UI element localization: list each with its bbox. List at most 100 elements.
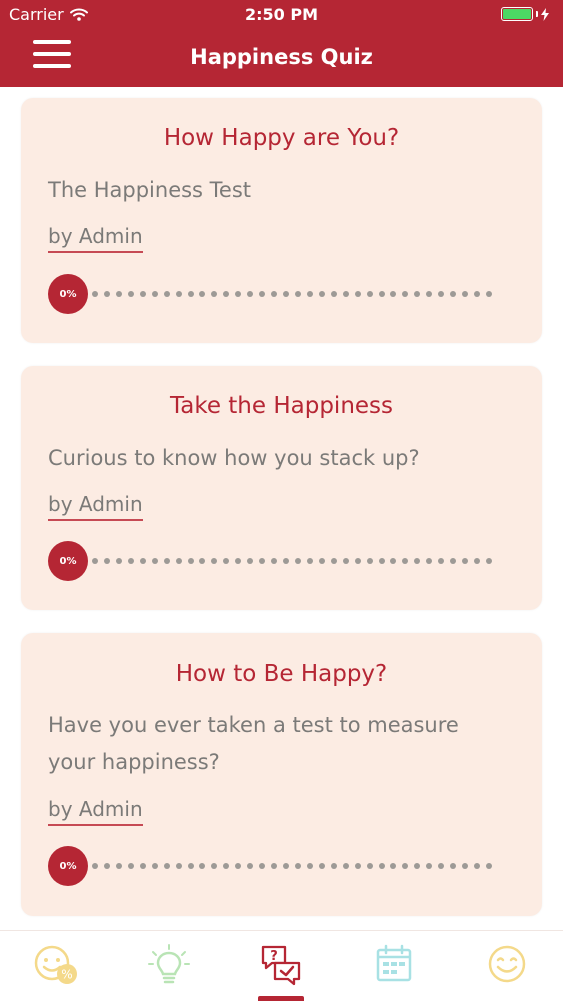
svg-text:%: % bbox=[61, 968, 72, 982]
tab-quiz[interactable]: ? bbox=[225, 931, 337, 1001]
page-title: Happiness Quiz bbox=[190, 45, 373, 69]
progress-dot bbox=[426, 863, 433, 869]
quiz-title: How Happy are You? bbox=[163, 125, 400, 151]
progress-dot bbox=[283, 558, 289, 564]
progress-dot bbox=[151, 291, 158, 297]
progress-badge: 0% bbox=[48, 846, 88, 886]
progress-dot bbox=[115, 291, 122, 297]
progress-dot bbox=[438, 558, 445, 564]
quiz-author[interactable]: by Admin bbox=[48, 224, 143, 253]
progress-dot bbox=[127, 863, 134, 869]
progress-dot bbox=[402, 291, 409, 297]
bottom-tab-bar: % ? bbox=[0, 930, 563, 1001]
app-header: Happiness Quiz bbox=[0, 30, 563, 87]
progress-dots bbox=[92, 863, 492, 869]
progress-dot bbox=[163, 291, 170, 297]
progress-dot bbox=[139, 863, 146, 869]
progress-dot bbox=[354, 863, 361, 869]
progress-dot bbox=[199, 291, 206, 297]
progress-dot bbox=[103, 558, 110, 564]
progress-dot bbox=[163, 558, 170, 564]
progress-dot bbox=[366, 291, 373, 297]
progress-dot bbox=[390, 291, 397, 297]
progress-badge: 0% bbox=[48, 274, 88, 314]
progress-dot bbox=[187, 558, 194, 564]
progress-dot bbox=[187, 863, 194, 869]
progress-dot bbox=[318, 291, 325, 297]
progress-dot bbox=[271, 863, 278, 869]
progress-dot bbox=[402, 863, 409, 869]
progress-dot bbox=[199, 558, 206, 564]
progress-dot bbox=[378, 291, 385, 297]
progress-dot bbox=[438, 291, 445, 297]
progress-dot bbox=[103, 291, 110, 297]
progress-dot bbox=[450, 558, 457, 564]
progress-dot bbox=[283, 863, 289, 869]
progress-dot bbox=[354, 558, 361, 564]
progress-dot bbox=[330, 558, 337, 564]
smiley-icon bbox=[488, 945, 526, 983]
progress-dot bbox=[354, 291, 361, 297]
active-tab-indicator bbox=[258, 996, 304, 1001]
progress-dot bbox=[342, 863, 349, 869]
progress-dot bbox=[485, 291, 492, 297]
quiz-subtitle: The Happiness Test bbox=[48, 178, 252, 202]
progress-dot bbox=[330, 863, 337, 869]
progress-dot bbox=[462, 863, 469, 869]
progress-dot bbox=[199, 863, 206, 869]
progress-dot bbox=[271, 291, 278, 297]
quiz-title: How to Be Happy? bbox=[175, 661, 388, 687]
progress-dot bbox=[127, 291, 134, 297]
tab-smiley[interactable] bbox=[451, 931, 563, 1001]
svg-text:?: ? bbox=[270, 949, 278, 964]
progress-dot bbox=[175, 291, 182, 297]
progress-dot bbox=[235, 558, 242, 564]
tab-smiley-percent[interactable]: % bbox=[0, 931, 112, 1001]
progress-dot bbox=[306, 291, 313, 297]
progress-dot bbox=[139, 558, 146, 564]
quiz-card[interactable]: How to Be Happy? Have you ever taken a t… bbox=[21, 633, 542, 916]
quiz-subtitle: Curious to know how you stack up? bbox=[48, 446, 420, 470]
progress-dot bbox=[450, 291, 457, 297]
progress-dot bbox=[318, 863, 325, 869]
progress-dot bbox=[294, 863, 301, 869]
progress-dot bbox=[474, 863, 480, 869]
progress-dot bbox=[306, 863, 313, 869]
quiz-card[interactable]: Take the Happiness Curious to know how y… bbox=[21, 366, 542, 610]
progress-dot bbox=[306, 558, 313, 564]
progress-dot bbox=[474, 558, 480, 564]
progress-dot bbox=[163, 863, 170, 869]
quiz-card[interactable]: How Happy are You? The Happiness Test by… bbox=[21, 98, 542, 343]
progress-dot bbox=[103, 863, 110, 869]
progress-dot bbox=[151, 558, 158, 564]
progress-dots bbox=[92, 291, 492, 297]
progress-dot bbox=[342, 558, 349, 564]
quiz-author[interactable]: by Admin bbox=[48, 797, 143, 826]
lightbulb-icon bbox=[148, 944, 190, 984]
progress-dot bbox=[414, 291, 421, 297]
quiz-subtitle: Have you ever taken a test to measure yo… bbox=[48, 713, 459, 774]
progress-dot bbox=[378, 863, 385, 869]
progress-dot bbox=[462, 558, 469, 564]
progress-dot bbox=[414, 863, 421, 869]
quiz-author[interactable]: by Admin bbox=[48, 492, 143, 521]
progress-dot bbox=[283, 291, 289, 297]
progress-dot bbox=[390, 558, 397, 564]
tab-calendar[interactable] bbox=[338, 931, 450, 1001]
progress-dot bbox=[259, 291, 266, 297]
smiley-percent-icon: % bbox=[34, 945, 77, 984]
progress-dot bbox=[462, 291, 469, 297]
progress-dot bbox=[247, 558, 254, 564]
status-time: 2:50 PM bbox=[244, 5, 318, 24]
progress-dot bbox=[247, 863, 254, 869]
progress-dot bbox=[211, 291, 218, 297]
progress-dot bbox=[485, 863, 492, 869]
progress-dot bbox=[223, 291, 230, 297]
tab-lightbulb[interactable] bbox=[113, 931, 225, 1001]
progress-dot bbox=[235, 291, 242, 297]
quiz-list: How Happy are You? The Happiness Test by… bbox=[0, 87, 563, 930]
progress-dot bbox=[92, 291, 98, 297]
calendar-icon bbox=[376, 944, 412, 982]
progress-dot bbox=[402, 558, 409, 564]
progress-dots bbox=[92, 558, 492, 564]
